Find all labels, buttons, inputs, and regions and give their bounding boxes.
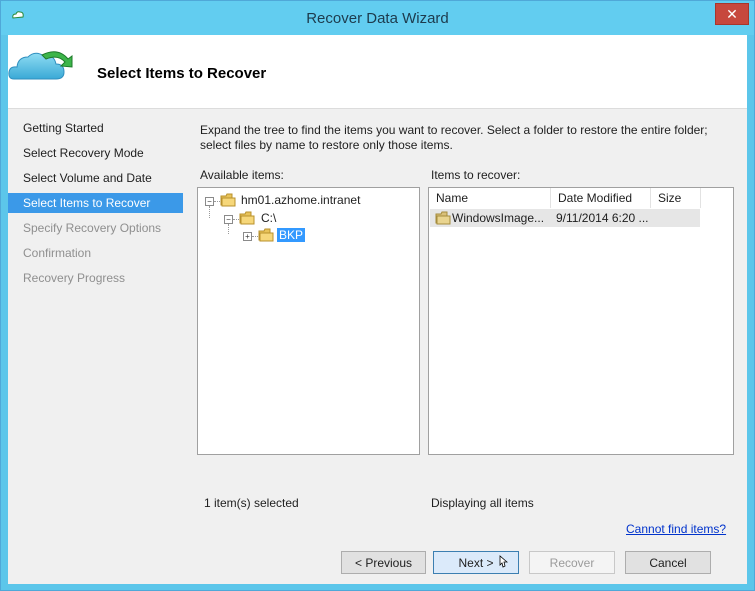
- display-status: Displaying all items: [431, 496, 534, 510]
- wizard-window: Recover Data Wizard ✕ Select Items to Re…: [0, 0, 755, 591]
- tree-node-bkp[interactable]: BKP: [277, 228, 306, 242]
- column-header-date-modified[interactable]: Date Modified: [551, 188, 651, 208]
- button-bar: < Previous Next > Recover Cancel: [184, 551, 747, 584]
- tree-collapse-toggle[interactable]: −: [224, 215, 233, 224]
- wizard-steps: Getting Started Select Recovery Mode Sel…: [8, 109, 184, 584]
- items-to-recover-list[interactable]: Name Date Modified Size WindowsImage... …: [428, 187, 734, 455]
- main-panel: Expand the tree to find the items you wa…: [184, 109, 747, 584]
- previous-button[interactable]: < Previous: [341, 551, 426, 574]
- folder-icon: [239, 211, 255, 225]
- column-header-name[interactable]: Name: [429, 188, 551, 208]
- tree-node-drive-c[interactable]: C:\: [261, 210, 276, 226]
- mouse-cursor-icon: [499, 555, 508, 568]
- tree-connector: [228, 224, 229, 234]
- tree-collapse-toggle[interactable]: −: [205, 197, 214, 206]
- items-to-recover-label: Items to recover:: [431, 168, 521, 182]
- step-getting-started[interactable]: Getting Started: [8, 118, 183, 138]
- tree-node-server[interactable]: hm01.azhome.intranet: [241, 192, 360, 208]
- step-specify-recovery-options: Specify Recovery Options: [23, 221, 162, 235]
- tree-connector: [209, 206, 210, 218]
- step-select-items-to-recover[interactable]: Select Items to Recover: [8, 193, 183, 213]
- column-header-size[interactable]: Size: [651, 188, 701, 208]
- step-confirmation: Confirmation: [23, 246, 92, 260]
- step-select-recovery-mode[interactable]: Select Recovery Mode: [8, 143, 183, 163]
- cannot-find-items-link[interactable]: Cannot find items?: [626, 522, 726, 536]
- folder-icon: [220, 193, 236, 207]
- close-button[interactable]: ✕: [715, 3, 749, 25]
- step-select-volume-and-date[interactable]: Select Volume and Date: [8, 168, 183, 188]
- instructions-text: Expand the tree to find the items you wa…: [200, 123, 708, 152]
- title-bar[interactable]: Recover Data Wizard ✕: [1, 1, 754, 35]
- row-name-cell: WindowsImage...: [452, 211, 545, 225]
- recover-button: Recover: [529, 551, 615, 574]
- folder-icon: [435, 211, 451, 225]
- step-recovery-progress: Recovery Progress: [23, 271, 126, 285]
- row-date-cell: 9/11/2014 6:20 ...: [556, 211, 649, 225]
- wizard-client: Select Items to Recover Getting Started …: [8, 35, 747, 584]
- wizard-header: Select Items to Recover: [8, 35, 747, 109]
- selected-count-status: 1 item(s) selected: [204, 496, 299, 510]
- window-title: Recover Data Wizard: [306, 10, 449, 27]
- tree-node-bkp-wrap: BKP: [277, 227, 306, 243]
- cloud-recover-icon: [8, 51, 73, 80]
- available-items-label: Available items:: [200, 168, 284, 182]
- page-title: Select Items to Recover: [97, 65, 267, 82]
- tree-expand-toggle[interactable]: +: [243, 232, 252, 241]
- folder-icon: [258, 228, 274, 242]
- cancel-button[interactable]: Cancel: [625, 551, 711, 574]
- next-button-label: Next >: [458, 556, 494, 570]
- available-items-tree[interactable]: − hm01.azhome.intranet − C:\ + BKP: [197, 187, 420, 455]
